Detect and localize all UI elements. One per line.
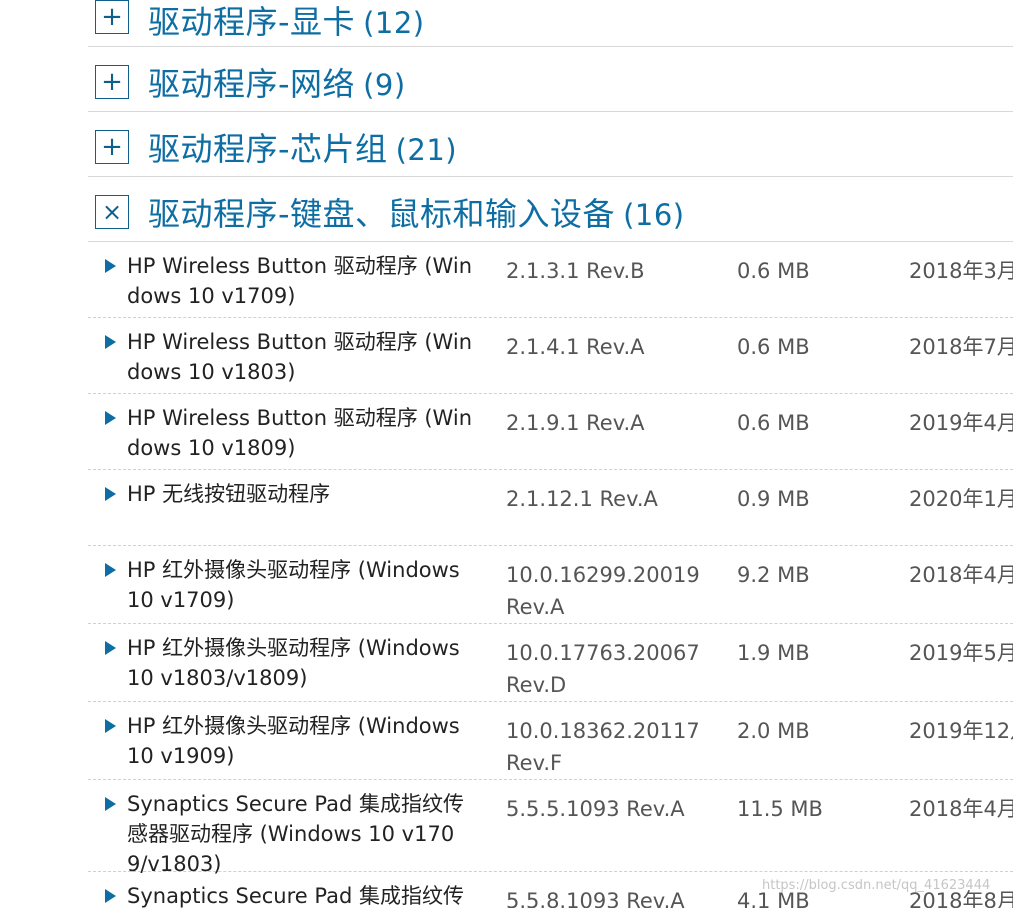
driver-date: 2018年7月 — [909, 335, 1013, 359]
driver-version: 2.1.4.1 Rev.A — [506, 335, 645, 359]
driver-version: 2.1.3.1 Rev.B — [506, 259, 645, 283]
table-row: HP 无线按钮驱动程序 2.1.12.1 Rev.A 0.9 MB 2020年1… — [88, 470, 1013, 546]
driver-size: 1.9 MB — [737, 641, 810, 665]
category-count: (12) — [363, 6, 425, 40]
category-title-text: 驱动程序-键盘、鼠标和输入设备 — [148, 195, 616, 233]
driver-version: 10.0.17763.20067 Rev.D — [506, 641, 700, 697]
category-title[interactable]: 驱动程序-网络 (9) — [148, 59, 406, 105]
driver-name-link[interactable]: Synaptics Secure Pad 集成指纹传感器驱动程序 (Window… — [127, 789, 472, 879]
table-row: HP 红外摄像头驱动程序 (Windows 10 v1803/v1809) 10… — [88, 624, 1013, 702]
expand-icon[interactable]: + — [95, 0, 129, 34]
driver-size: 0.6 MB — [737, 411, 810, 435]
expand-icon[interactable]: + — [95, 65, 129, 99]
category-title[interactable]: 驱动程序-芯片组 (21) — [148, 124, 457, 170]
driver-version: 5.5.5.1093 Rev.A — [506, 797, 685, 821]
category-title[interactable]: 驱动程序-键盘、鼠标和输入设备 (16) — [148, 189, 685, 235]
driver-version: 2.1.9.1 Rev.A — [506, 411, 645, 435]
expand-arrow-icon[interactable] — [105, 797, 116, 811]
driver-version: 10.0.16299.20019 Rev.A — [506, 563, 700, 619]
driver-size: 0.6 MB — [737, 335, 810, 359]
driver-name-link[interactable]: HP 红外摄像头驱动程序 (Windows 10 v1803/v1809) — [127, 633, 472, 693]
expand-arrow-icon[interactable] — [105, 563, 116, 577]
category-count: (16) — [623, 198, 685, 232]
driver-version: 5.5.8.1093 Rev.A — [506, 889, 685, 908]
driver-date: 2019年5月 — [909, 641, 1013, 665]
driver-size: 9.2 MB — [737, 563, 810, 587]
driver-date: 2019年12月 — [909, 719, 1013, 743]
driver-name-link[interactable]: HP 红外摄像头驱动程序 (Windows 10 v1909) — [127, 711, 472, 771]
driver-date: 2019年4月 — [909, 411, 1013, 435]
driver-version: 10.0.18362.20117 Rev.F — [506, 719, 700, 775]
driver-size: 0.6 MB — [737, 259, 810, 283]
table-row: HP Wireless Button 驱动程序 (Windows 10 v180… — [88, 394, 1013, 470]
expand-arrow-icon[interactable] — [105, 487, 116, 501]
expand-arrow-icon[interactable] — [105, 259, 116, 273]
table-row: Synaptics Secure Pad 集成指纹传感器驱动程序 (Window… — [88, 780, 1013, 876]
table-row: HP Wireless Button 驱动程序 (Windows 10 v170… — [88, 242, 1013, 318]
driver-size: 11.5 MB — [737, 797, 823, 821]
expand-arrow-icon[interactable] — [105, 411, 116, 425]
driver-size: 2.0 MB — [737, 719, 810, 743]
category-chipset-drivers: + 驱动程序-芯片组 (21) — [88, 113, 1013, 177]
driver-name-link[interactable]: HP 红外摄像头驱动程序 (Windows 10 v1709) — [127, 555, 472, 615]
table-row: HP Wireless Button 驱动程序 (Windows 10 v180… — [88, 318, 1013, 394]
category-network-drivers: + 驱动程序-网络 (9) — [88, 48, 1013, 112]
driver-date: 2018年3月 — [909, 259, 1013, 283]
table-row: HP 红外摄像头驱动程序 (Windows 10 v1709) 10.0.162… — [88, 546, 1013, 624]
collapse-icon[interactable]: × — [95, 195, 129, 229]
category-count: (21) — [395, 133, 458, 167]
category-title[interactable]: 驱动程序-显卡 (12) — [148, 0, 425, 43]
driver-version: 2.1.12.1 Rev.A — [506, 487, 658, 511]
driver-name-link[interactable]: HP Wireless Button 驱动程序 (Windows 10 v180… — [127, 327, 472, 387]
driver-date: 2020年1月 — [909, 487, 1013, 511]
expand-arrow-icon[interactable] — [105, 335, 116, 349]
expand-arrow-icon[interactable] — [105, 719, 116, 733]
driver-name-link[interactable]: HP 无线按钮驱动程序 — [127, 479, 472, 509]
category-count: (9) — [363, 68, 406, 102]
driver-name-link[interactable]: Synaptics Secure Pad 集成指纹传感器驱动程序 — [127, 881, 472, 908]
category-title-text: 驱动程序-网络 — [148, 65, 356, 103]
expand-arrow-icon[interactable] — [105, 889, 116, 903]
driver-date: 2018年4月 — [909, 797, 1013, 821]
driver-date: 2018年4月 — [909, 563, 1013, 587]
driver-download-page: + 驱动程序-显卡 (12) + 驱动程序-网络 (9) + 驱动程序-芯片组 (21… — [0, 0, 1013, 908]
category-graphics-drivers: + 驱动程序-显卡 (12) — [88, 0, 1013, 47]
category-title-text: 驱动程序-芯片组 — [148, 130, 388, 168]
watermark: https://blog.csdn.net/qq_41623444 — [762, 878, 991, 893]
expand-icon[interactable]: + — [95, 130, 129, 164]
category-title-text: 驱动程序-显卡 — [148, 3, 356, 41]
driver-name-link[interactable]: HP Wireless Button 驱动程序 (Windows 10 v180… — [127, 403, 472, 463]
table-row: HP 红外摄像头驱动程序 (Windows 10 v1909) 10.0.183… — [88, 702, 1013, 780]
expand-arrow-icon[interactable] — [105, 641, 116, 655]
driver-name-link[interactable]: HP Wireless Button 驱动程序 (Windows 10 v170… — [127, 251, 472, 311]
driver-size: 0.9 MB — [737, 487, 810, 511]
category-input-device-drivers: × 驱动程序-键盘、鼠标和输入设备 (16) — [88, 178, 1013, 242]
